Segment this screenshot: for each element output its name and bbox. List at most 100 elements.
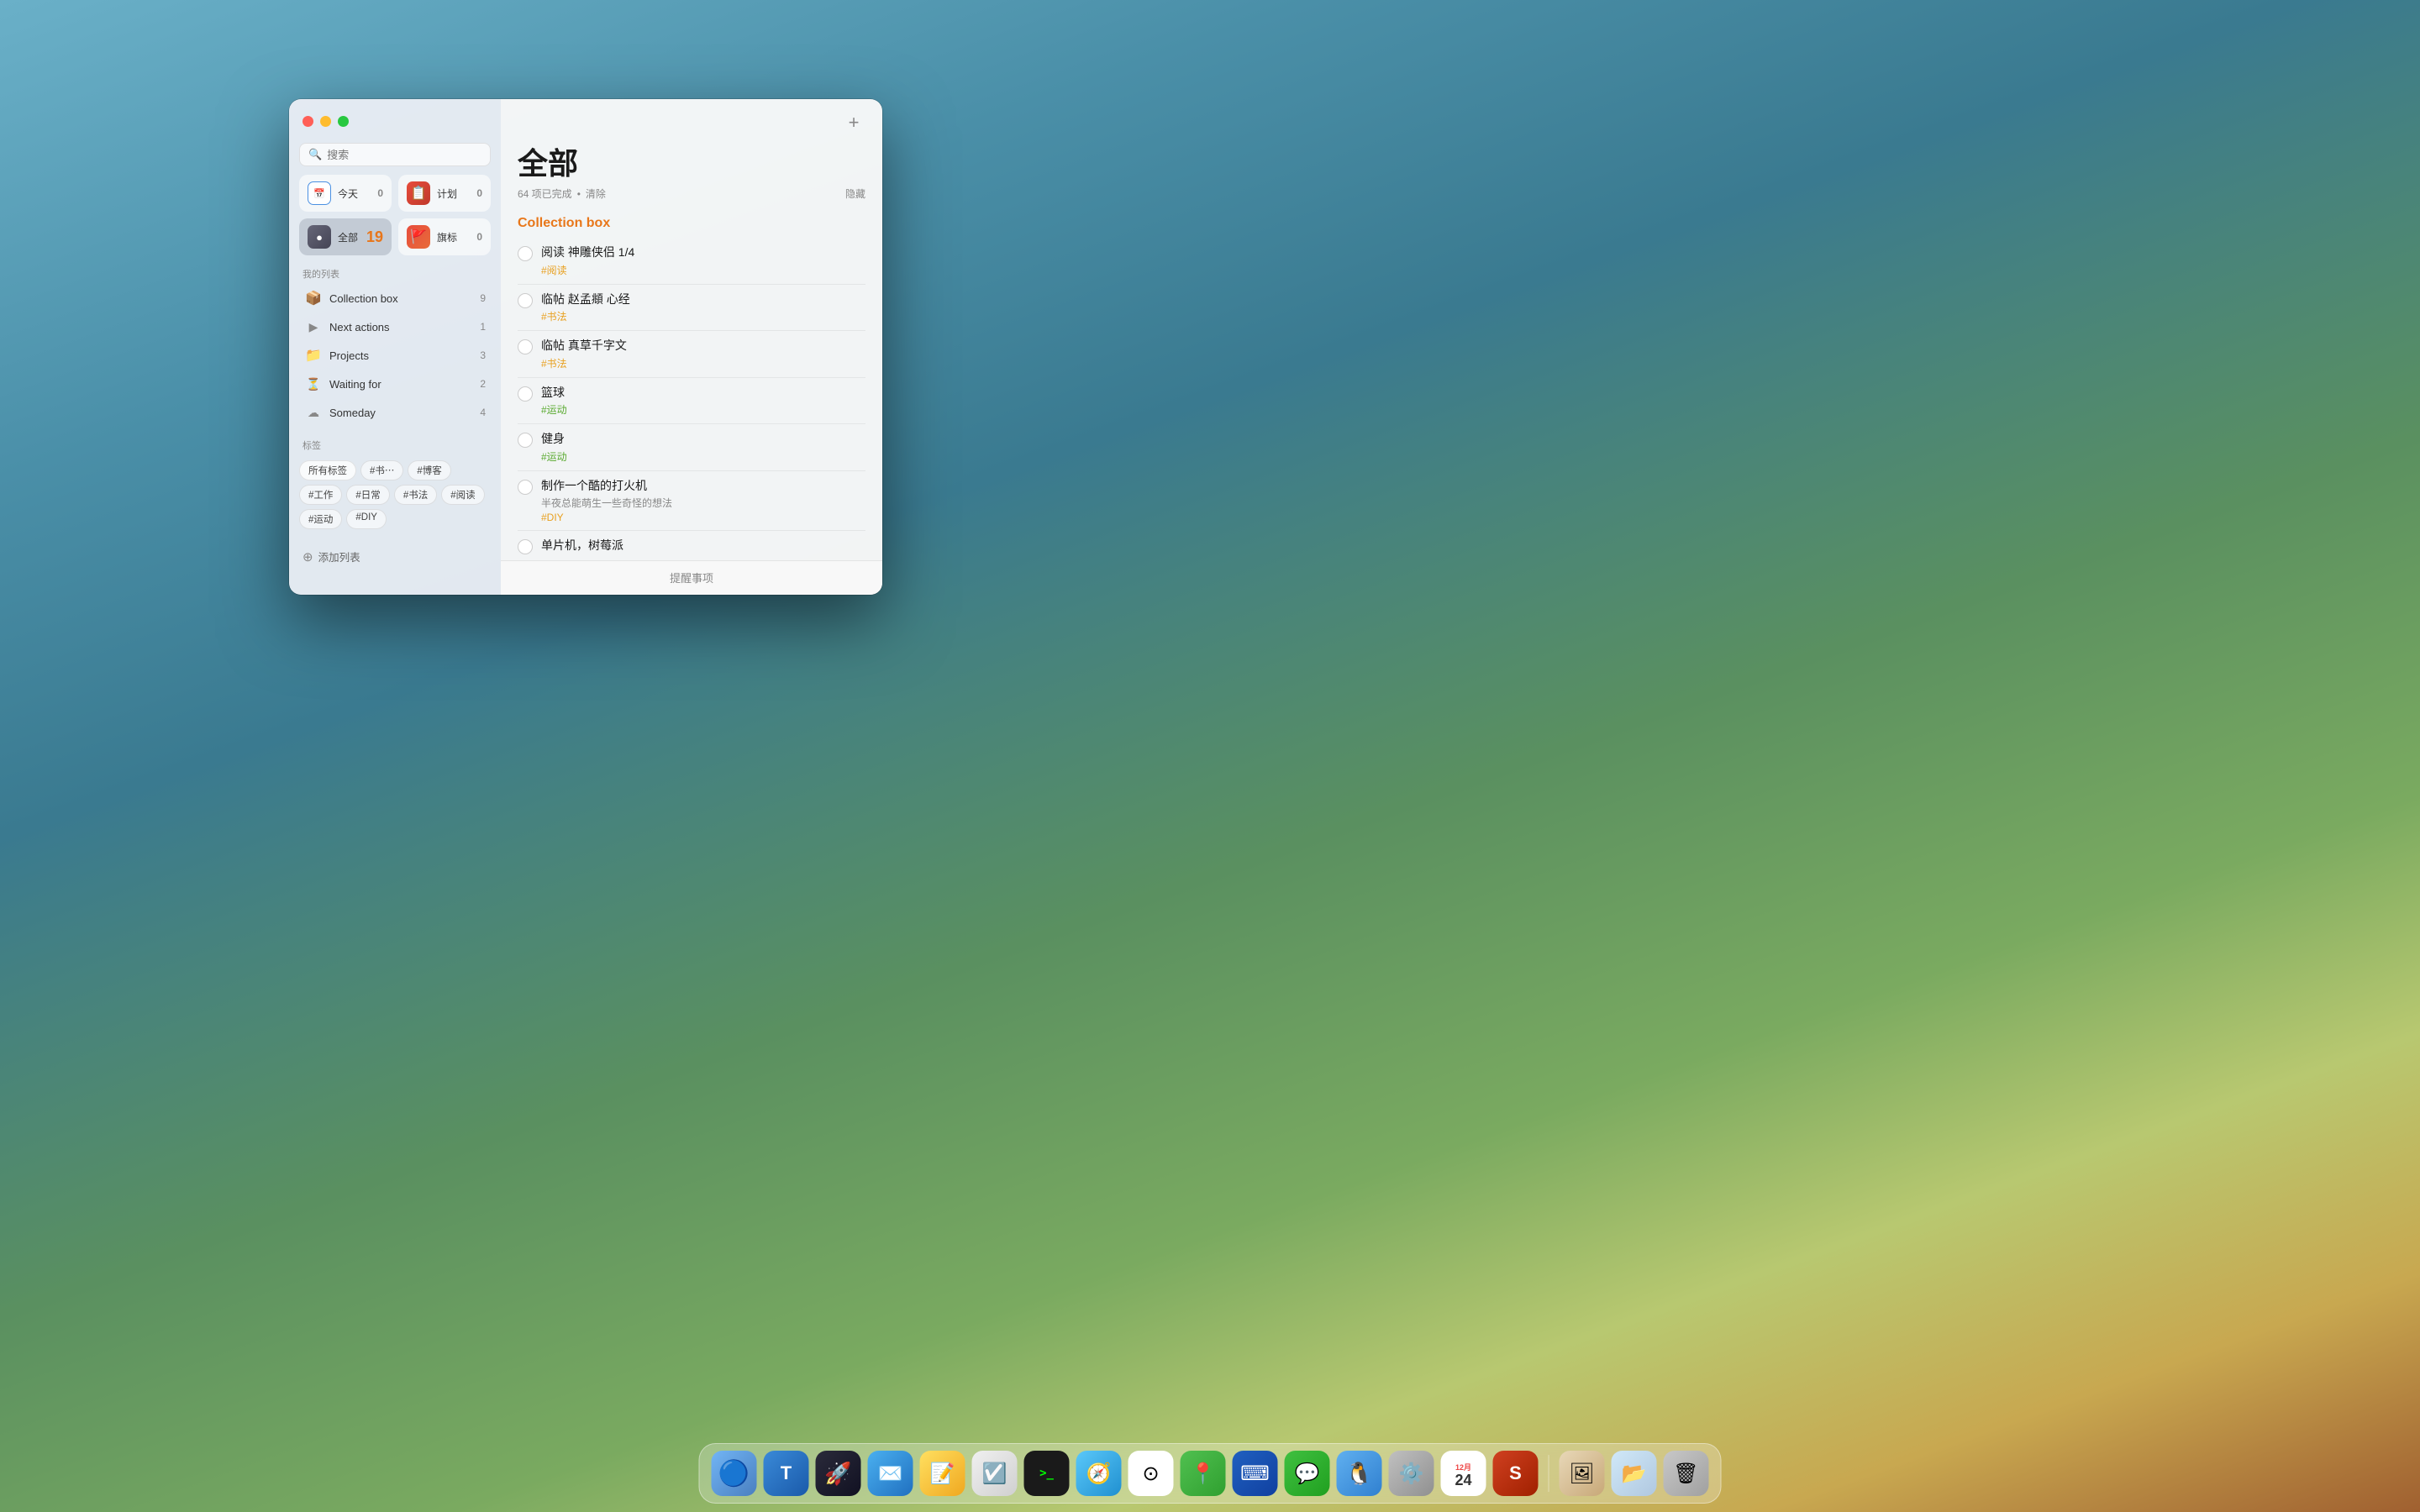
filebox-icon: 📂 [1622, 1462, 1647, 1486]
dock-item-preview[interactable]: 🖼 [1560, 1451, 1605, 1496]
tag-reading[interactable]: #阅读 [441, 485, 484, 505]
titlebar [289, 99, 501, 143]
list-item: 阅读 神雕侠侣 1/4 #阅读 [518, 238, 865, 285]
task-body: 健身 #运动 [541, 431, 865, 464]
clear-button[interactable]: 清除 [586, 186, 606, 201]
dock-item-vscode[interactable]: ⌨ [1233, 1451, 1278, 1496]
dock-item-rocket[interactable]: 🚀 [816, 1451, 861, 1496]
list-item: 健身 #运动 [518, 424, 865, 471]
completed-bar: 64 项已完成 • 清除 隐藏 [501, 186, 882, 209]
maximize-button[interactable] [338, 116, 349, 127]
task-checkbox[interactable] [518, 386, 533, 402]
tag-all[interactable]: 所有标签 [299, 460, 356, 480]
search-icon: 🔍 [308, 148, 322, 161]
task-checkbox[interactable] [518, 480, 533, 495]
tag-sports[interactable]: #运动 [299, 509, 342, 529]
dock-item-tableplus[interactable]: T [764, 1451, 809, 1496]
tag-diy[interactable]: #DIY [346, 509, 387, 529]
vscode-icon: ⌨ [1240, 1462, 1270, 1486]
tasks-area: Collection box 阅读 神雕侠侣 1/4 #阅读 临帖 赵孟頫 心经… [501, 209, 882, 560]
task-title: 临帖 赵孟頫 心经 [541, 291, 865, 308]
dock-item-notes[interactable]: 📝 [920, 1451, 965, 1496]
task-tag: #运动 [541, 449, 865, 464]
finder-icon: 🔵 [718, 1459, 750, 1488]
task-title: 篮球 [541, 385, 865, 402]
tags-section: 所有标签 #书⋯ #博客 #工作 #日常 #书法 #阅读 #运动 #DIY [289, 455, 501, 538]
maps-icon: 📍 [1191, 1462, 1216, 1486]
task-checkbox[interactable] [518, 539, 533, 554]
list-item: 单片机，树莓派 [518, 531, 865, 560]
dock-item-finder[interactable]: 🔵 [712, 1451, 757, 1496]
tableplus-icon: T [781, 1462, 792, 1484]
task-body: 制作一个酷的打火机 半夜总能萌生一些奇怪的想法 #DIY [541, 478, 865, 523]
dock-item-trash[interactable]: 🗑 [1664, 1451, 1709, 1496]
minimize-button[interactable] [320, 116, 331, 127]
task-checkbox[interactable] [518, 293, 533, 308]
dock-item-mail[interactable]: ✉️ [868, 1451, 913, 1496]
task-subtitle: 半夜总能萌生一些奇怪的想法 [541, 496, 865, 510]
task-body: 临帖 赵孟頫 心经 #书法 [541, 291, 865, 324]
add-list-button[interactable]: ⊕ 添加列表 [289, 542, 501, 571]
add-task-button[interactable]: + [842, 111, 865, 134]
task-checkbox[interactable] [518, 246, 533, 261]
close-button[interactable] [302, 116, 313, 127]
list-item: 临帖 真草千字文 #书法 [518, 331, 865, 378]
someday-count: 4 [480, 407, 486, 418]
dock-item-calendar[interactable]: 12月 24 [1441, 1451, 1486, 1496]
task-body: 篮球 #运动 [541, 385, 865, 417]
mail-icon: ✉️ [878, 1462, 903, 1486]
tag-work[interactable]: #工作 [299, 485, 342, 505]
sidebar-item-all[interactable]: ● 全部 19 [299, 218, 392, 255]
dock-item-maps[interactable]: 📍 [1181, 1451, 1226, 1496]
projects-icon: 📁 [304, 346, 323, 365]
dock-item-safari[interactable]: 🧭 [1076, 1451, 1122, 1496]
reminders-icon: ☑️ [982, 1462, 1007, 1486]
dock-item-chrome[interactable]: ⊙ [1128, 1451, 1174, 1496]
task-body: 阅读 神雕侠侣 1/4 #阅读 [541, 244, 865, 277]
rocket-icon: 🚀 [824, 1461, 851, 1487]
sidebar-item-collection-box[interactable]: 📦 Collection box 9 [294, 284, 496, 312]
projects-count: 3 [480, 349, 486, 361]
dock-item-reminders[interactable]: ☑️ [972, 1451, 1018, 1496]
today-label: 今天 [338, 186, 371, 201]
dock-item-sysprefs[interactable]: ⚙️ [1389, 1451, 1434, 1496]
waiting-for-icon: ⏳ [304, 375, 323, 393]
reminder-bar: 提醒事项 [501, 560, 882, 595]
trash-icon: 🗑 [1673, 1462, 1698, 1486]
all-count: 19 [366, 228, 383, 246]
plan-count: 0 [476, 187, 482, 199]
collection-box-icon: 📦 [304, 289, 323, 307]
my-lists-label: 我的列表 [289, 262, 501, 284]
sidebar-item-plan[interactable]: 📋 计划 0 [398, 175, 491, 212]
dock-item-sublimemerge[interactable]: S [1493, 1451, 1539, 1496]
sidebar-item-today[interactable]: 📅 今天 0 [299, 175, 392, 212]
task-checkbox[interactable] [518, 433, 533, 448]
sidebar-item-someday[interactable]: ☁ Someday 4 [294, 398, 496, 427]
task-tag: #运动 [541, 402, 865, 417]
search-bar[interactable]: 🔍 [299, 143, 491, 166]
task-title: 单片机，树莓派 [541, 538, 865, 554]
sidebar-item-flag[interactable]: 🚩 旗标 0 [398, 218, 491, 255]
tag-calligraphy[interactable]: #书法 [394, 485, 437, 505]
someday-icon: ☁ [304, 403, 323, 422]
next-actions-icon: ▶ [304, 318, 323, 336]
tag-blog[interactable]: #博客 [408, 460, 450, 480]
tag-daily[interactable]: #日常 [346, 485, 389, 505]
reminder-text: 提醒事项 [670, 572, 713, 585]
dock-item-filebox[interactable]: 📂 [1612, 1451, 1657, 1496]
add-list-icon: ⊕ [302, 549, 313, 564]
plan-label: 计划 [437, 186, 470, 201]
task-title: 健身 [541, 431, 865, 448]
sidebar-item-projects[interactable]: 📁 Projects 3 [294, 341, 496, 370]
waiting-for-label: Waiting for [329, 378, 473, 391]
sidebar-item-waiting-for[interactable]: ⏳ Waiting for 2 [294, 370, 496, 398]
tags-row-1: 所有标签 #书⋯ #博客 [299, 460, 491, 480]
dock-item-terminal[interactable]: >_ [1024, 1451, 1070, 1496]
search-input[interactable] [327, 149, 481, 161]
sidebar-item-next-actions[interactable]: ▶ Next actions 1 [294, 312, 496, 341]
tag-shopping[interactable]: #书⋯ [360, 460, 403, 480]
hide-button[interactable]: 隐藏 [845, 186, 865, 201]
task-checkbox[interactable] [518, 339, 533, 354]
dock-item-qq[interactable]: 🐧 [1337, 1451, 1382, 1496]
dock-item-wechat[interactable]: 💬 [1285, 1451, 1330, 1496]
